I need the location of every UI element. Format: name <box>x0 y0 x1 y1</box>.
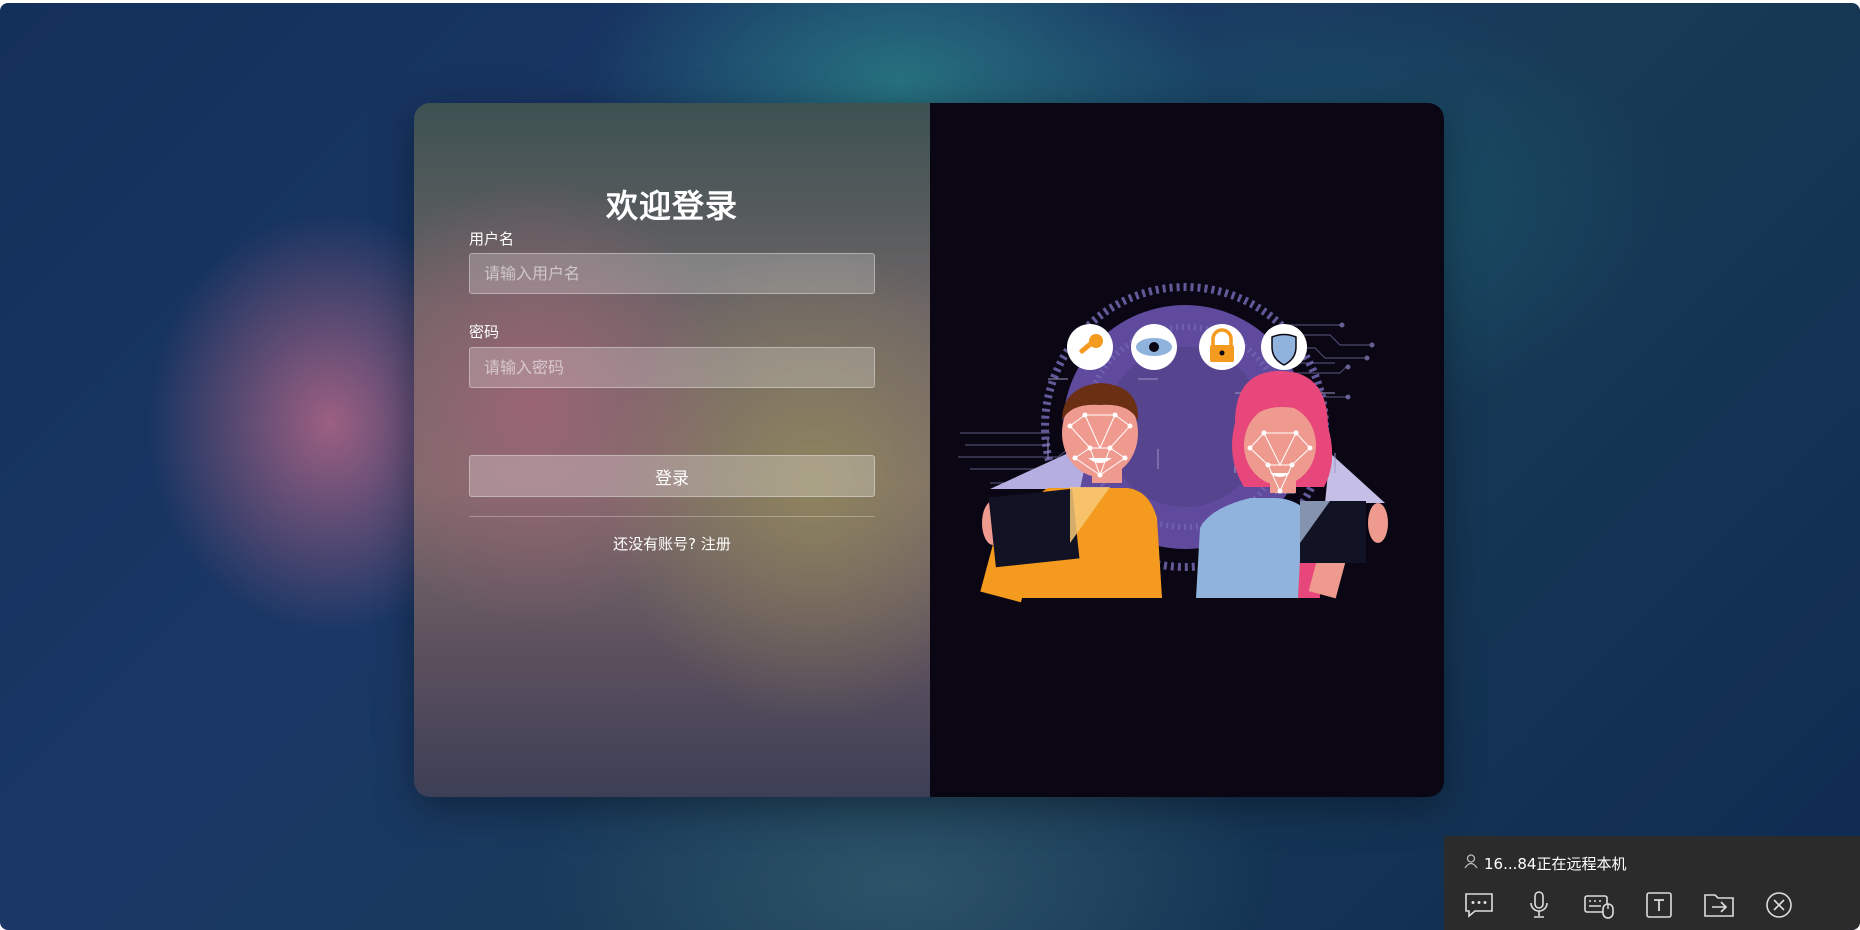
login-form-panel: 欢迎登录 用户名 密码 登录 还没有账号? 注册 <box>414 103 930 797</box>
chat-icon[interactable] <box>1462 888 1496 922</box>
register-link[interactable]: 还没有账号? 注册 <box>414 533 930 554</box>
password-label: 密码 <box>469 323 500 341</box>
lock-icon <box>1199 324 1245 370</box>
password-input[interactable] <box>469 347 875 388</box>
face-recognition-illustration <box>958 283 1388 603</box>
keyboard-mouse-icon[interactable] <box>1582 888 1616 922</box>
desktop-background: 欢迎登录 用户名 密码 登录 还没有账号? 注册 <box>0 3 1860 930</box>
key-icon <box>1067 324 1113 370</box>
illustration-panel <box>930 103 1444 797</box>
text-icon[interactable] <box>1642 888 1676 922</box>
username-label: 用户名 <box>469 230 515 248</box>
login-card: 欢迎登录 用户名 密码 登录 还没有账号? 注册 <box>414 103 1444 797</box>
login-button[interactable]: 登录 <box>469 455 875 497</box>
divider <box>469 516 875 517</box>
remote-status-text: 16...84正在远程本机 <box>1484 855 1627 873</box>
page-title: 欢迎登录 <box>605 187 738 225</box>
file-transfer-icon[interactable] <box>1702 888 1736 922</box>
microphone-icon[interactable] <box>1522 888 1556 922</box>
shield-icon <box>1261 324 1307 370</box>
remote-control-toolbar: 16...84正在远程本机 <box>1444 836 1860 930</box>
username-input[interactable] <box>469 253 875 294</box>
user-icon <box>1464 854 1478 873</box>
eye-icon <box>1131 324 1177 370</box>
close-icon[interactable] <box>1762 888 1796 922</box>
remote-status: 16...84正在远程本机 <box>1464 853 1626 874</box>
